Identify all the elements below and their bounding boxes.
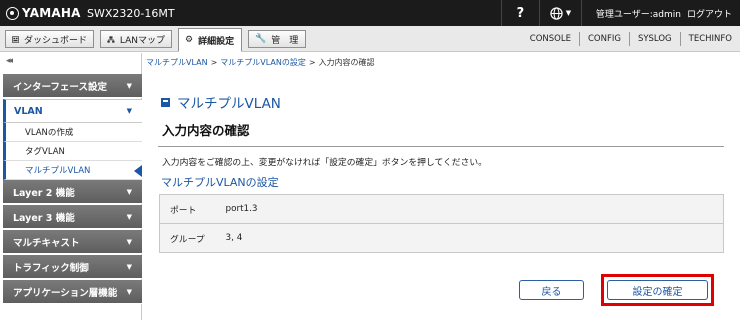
config-link[interactable]: CONFIG <box>578 32 629 46</box>
tab-management[interactable]: 🔧 管 理 <box>248 30 306 48</box>
chevron-down-icon: ▼ <box>565 9 572 17</box>
divider <box>158 146 724 147</box>
back-button[interactable]: 戻る <box>519 280 584 300</box>
wrench-icon: 🔧 <box>255 34 267 44</box>
chevron-down-icon: ▼ <box>126 212 132 221</box>
tab-detailed-settings[interactable]: ⚙ 詳細設定 <box>178 28 242 52</box>
row-key: ポート <box>159 194 221 224</box>
sidebar-item-tag-vlan[interactable]: タグVLAN <box>3 142 142 161</box>
row-value: 3, 4 <box>220 223 724 253</box>
sidebar-item-label: VLAN <box>14 105 43 117</box>
collapse-sidebar-icon[interactable]: ◂◂ <box>6 56 13 66</box>
nav-links: CONSOLE CONFIG SYSLOG TECHINFO <box>522 26 740 52</box>
tab-lan-map-label: LANマップ <box>119 35 165 46</box>
sidebar-item-label: インターフェース設定 <box>13 81 107 93</box>
language-button[interactable]: ▼ <box>538 0 581 26</box>
breadcrumb-link-multiple-vlan[interactable]: マルチプルVLAN <box>146 58 208 67</box>
tab-dashboard-label: ダッシュボード <box>23 35 87 46</box>
chevron-down-icon: ▼ <box>126 237 132 246</box>
sidebar-item-create-vlan[interactable]: VLANの作成 <box>3 123 142 142</box>
breadcrumb-link-multiple-vlan-settings[interactable]: マルチプルVLANの設定 <box>220 58 306 67</box>
yamaha-emblem-icon <box>6 6 19 20</box>
section-title: 入力内容の確認 <box>162 123 250 138</box>
techinfo-link[interactable]: TECHINFO <box>679 32 740 46</box>
globe-icon <box>550 6 563 20</box>
sidebar: ◂◂ インターフェース設定 ▼ VLAN ▼ VLANの作成 タグVLAN マル… <box>0 53 142 320</box>
table-row: グループ 3, 4 <box>159 223 724 253</box>
gear-icon: ⚙ <box>185 35 194 45</box>
logout-link[interactable]: ログアウト <box>687 7 732 20</box>
chevron-down-icon: ▼ <box>126 81 132 90</box>
sidebar-item-application-layer[interactable]: アプリケーション層機能 ▼ <box>3 280 142 304</box>
console-link[interactable]: CONSOLE <box>522 32 579 46</box>
page-title-icon <box>161 97 170 107</box>
sidebar-item-vlan[interactable]: VLAN ▼ <box>3 99 142 123</box>
tab-dashboard[interactable]: ダッシュボード <box>5 30 94 48</box>
breadcrumb-separator: > <box>308 58 316 67</box>
sidebar-item-multicast[interactable]: マルチキャスト ▼ <box>3 230 142 254</box>
page-title-text: マルチプルVLAN <box>177 96 281 112</box>
sidebar-item-traffic-control[interactable]: トラフィック制御 ▼ <box>3 255 142 279</box>
user-label: 管理ユーザー:admin <box>595 9 681 20</box>
row-key: グループ <box>159 223 221 253</box>
breadcrumb-separator: > <box>210 58 218 67</box>
sidebar-item-layer3[interactable]: Layer 3 機能 ▼ <box>3 205 142 229</box>
help-button[interactable]: ? <box>500 0 539 26</box>
chevron-down-icon: ▼ <box>126 262 132 271</box>
breadcrumb: マルチプルVLAN > マルチプルVLANの設定 > 入力内容の確認 <box>146 57 375 68</box>
dashboard-icon <box>12 35 19 43</box>
tab-detailed-settings-label: 詳細設定 <box>198 36 235 47</box>
sidebar-item-interface-settings[interactable]: インターフェース設定 ▼ <box>3 74 142 98</box>
syslog-link[interactable]: SYSLOG <box>628 32 680 46</box>
top-bar-right: ? ▼ 管理ユーザー:admin ログアウト <box>500 0 740 26</box>
page-title: マルチプルVLAN <box>161 92 281 112</box>
yamaha-logo: YAMAHA <box>6 6 81 20</box>
chevron-down-icon: ▼ <box>126 107 132 115</box>
sidebar-item-layer2[interactable]: Layer 2 機能 ▼ <box>3 180 142 204</box>
sidebar-item-label: Layer 3 機能 <box>13 212 75 224</box>
breadcrumb-current: 入力内容の確認 <box>318 58 375 67</box>
sidebar-item-label: アプリケーション層機能 <box>13 287 118 299</box>
sidebar-item-label: トラフィック制御 <box>13 262 89 274</box>
confirm-settings-button[interactable]: 設定の確定 <box>607 280 708 300</box>
user-area: 管理ユーザー:admin ログアウト <box>580 0 740 26</box>
lan-map-icon <box>107 35 115 43</box>
model-name: SWX2320-16MT <box>87 7 175 20</box>
instruction-text: 入力内容をご確認の上、変更がなければ「設定の確定」ボタンを押してください。 <box>162 158 487 168</box>
row-value: port1.3 <box>220 194 724 224</box>
brand-name: YAMAHA <box>22 6 81 20</box>
nav-bar: ダッシュボード LANマップ ⚙ 詳細設定 🔧 管 理 CONSOLE CONF… <box>0 26 740 52</box>
chevron-down-icon: ▼ <box>126 287 132 296</box>
tab-lan-map[interactable]: LANマップ <box>100 30 172 48</box>
subsection-title: マルチプルVLANの設定 <box>161 176 279 189</box>
confirm-table: ポート port1.3 グループ 3, 4 <box>159 194 724 253</box>
tab-management-label: 管 理 <box>271 35 299 46</box>
table-row: ポート port1.3 <box>159 194 724 224</box>
sidebar-item-label: マルチキャスト <box>13 237 80 249</box>
chevron-down-icon: ▼ <box>126 187 132 196</box>
sidebar-item-label: Layer 2 機能 <box>13 187 75 199</box>
top-bar: YAMAHA SWX2320-16MT ? ▼ 管理ユーザー:admin ログア… <box>0 0 740 26</box>
sidebar-item-multiple-vlan[interactable]: マルチプルVLAN <box>3 161 142 180</box>
